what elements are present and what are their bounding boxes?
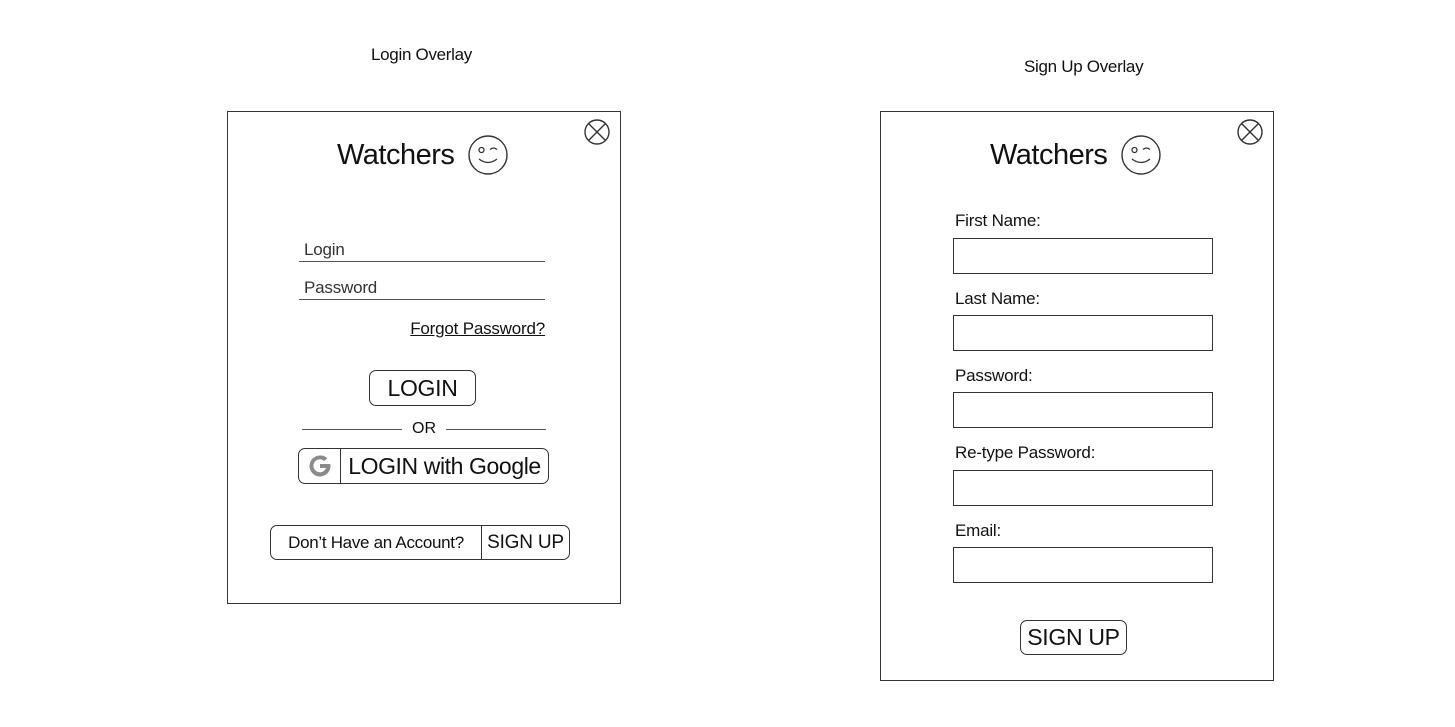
signup-button[interactable]: SIGN UP [1020,620,1127,655]
signup-overlay-caption: Sign Up Overlay [1024,57,1144,76]
first-name-label: First Name: [955,211,1041,230]
signup-link-button[interactable]: SIGN UP [482,526,569,559]
no-account-text: Don’t Have an Account? [271,526,482,559]
divider-line-right [446,428,546,430]
divider-line-left [302,428,402,430]
email-field[interactable] [953,547,1213,583]
retype-password-field[interactable] [953,470,1213,506]
wink-face-icon [468,135,509,175]
brand-name: Watchers [337,138,455,171]
or-divider: OR [302,419,546,439]
retype-password-label: Re-type Password: [955,443,1096,462]
email-label: Email: [955,521,1002,540]
google-button-label: LOGIN with Google [348,452,541,479]
last-name-label: Last Name: [955,289,1040,308]
close-icon[interactable] [584,119,610,145]
google-g-icon [299,449,341,483]
close-icon[interactable] [1237,119,1263,145]
login-input-placeholder: Login [304,240,345,259]
login-input[interactable]: Login [299,236,545,262]
password-label: Password: [955,366,1033,385]
brand-header: Watchers [990,135,1162,175]
password-input[interactable]: Password [299,274,545,300]
brand-name: Watchers [990,138,1108,171]
login-with-google-button[interactable]: LOGIN with Google [298,448,549,484]
last-name-field[interactable] [953,315,1213,351]
login-overlay-panel: Watchers Login Password Forgot Password?… [227,111,621,604]
login-button[interactable]: LOGIN [369,370,476,406]
signup-prompt-bar: Don’t Have an Account? SIGN UP [270,525,570,560]
password-input-placeholder: Password [304,278,378,297]
wireframe-canvas: Login Overlay Watchers Login Password Fo… [0,0,1455,727]
or-text: OR [412,420,436,437]
brand-header: Watchers [337,135,509,175]
forgot-password-link[interactable]: Forgot Password? [410,319,545,339]
login-overlay-caption: Login Overlay [371,45,472,64]
password-field[interactable] [953,392,1213,428]
wink-face-icon [1121,135,1162,175]
first-name-field[interactable] [953,238,1213,274]
signup-overlay-panel: Watchers First Name: Last Name: Password… [880,111,1274,681]
